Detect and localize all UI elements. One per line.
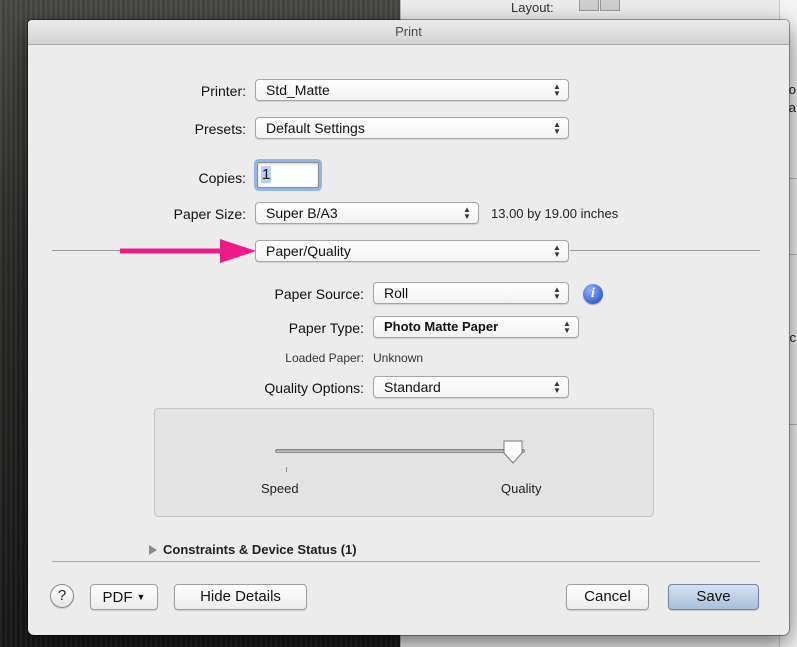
background-text-fragment: o (788, 82, 796, 97)
quality-options-value: Standard (384, 379, 441, 395)
popup-arrows-icon: ▲ ▼ (553, 285, 561, 301)
quality-slider-thumb[interactable] (502, 439, 524, 465)
loaded-paper-value: Unknown (373, 351, 424, 365)
constraints-disclosure[interactable]: Constraints & Device Status (1) (149, 542, 357, 557)
copies-label: Copies: (198, 170, 246, 186)
paper-source-popup[interactable]: Roll ▲ ▼ (373, 282, 569, 304)
footer-divider (52, 561, 760, 562)
paper-type-popup[interactable]: Photo Matte Paper ▲ ▼ (373, 316, 579, 338)
popup-arrows-icon: ▲ ▼ (553, 120, 561, 136)
slider-quality-label: Quality (501, 481, 542, 496)
paper-dimensions: 13.00 by 19.00 inches (491, 206, 619, 221)
printer-value: Std_Matte (266, 82, 330, 98)
cancel-button[interactable]: Cancel (566, 584, 649, 610)
presets-label: Presets: (194, 121, 246, 137)
save-button[interactable]: Save (668, 584, 759, 610)
paper-type-value: Photo Matte Paper (384, 319, 499, 334)
paper-source-label: Paper Source: (274, 286, 365, 302)
loaded-paper-label: Loaded Paper: (285, 351, 364, 365)
popup-arrows-icon: ▲ ▼ (563, 319, 571, 335)
paper-size-value: Super B/A3 (266, 205, 338, 221)
chevron-down-icon: ▼ (136, 592, 146, 602)
presets-value: Default Settings (266, 120, 365, 136)
slider-speed-label: Speed (261, 481, 299, 496)
background-layout-label: Layout: (511, 0, 554, 15)
section-popup[interactable]: Paper/Quality ▲ ▼ (255, 240, 569, 262)
quality-slider-panel: Speed Quality (154, 408, 654, 517)
slider-tick (286, 467, 287, 472)
help-button[interactable]: ? (50, 584, 74, 608)
presets-popup[interactable]: Default Settings ▲ ▼ (255, 117, 569, 139)
printer-label: Printer: (200, 83, 246, 99)
paper-size-popup[interactable]: Super B/A3 ▲ ▼ (255, 202, 479, 224)
layout-right-icon (600, 0, 620, 11)
popup-arrows-icon: ▲ ▼ (553, 379, 561, 395)
copies-value: 1 (261, 166, 272, 183)
info-icon[interactable]: i (583, 284, 603, 304)
paper-type-label: Paper Type: (288, 320, 364, 336)
copies-input[interactable]: 1 (257, 162, 319, 188)
print-dialog: Print Printer: Std_Matte ▲ ▼ Presets: Def… (28, 20, 789, 635)
printer-popup[interactable]: Std_Matte ▲ ▼ (255, 79, 569, 101)
constraints-disclosure-label: Constraints & Device Status (1) (163, 542, 357, 557)
pdf-menu-button[interactable]: PDF ▼ (90, 584, 158, 610)
popup-arrows-icon: ▲ ▼ (463, 205, 471, 221)
paper-source-value: Roll (384, 285, 409, 301)
quality-options-label: Quality Options: (264, 380, 364, 396)
annotation-arrow-icon (120, 239, 256, 263)
popup-arrows-icon: ▲ ▼ (553, 82, 561, 98)
section-divider-right (570, 250, 760, 251)
section-popup-value: Paper/Quality (266, 243, 351, 259)
dialog-title: Print (28, 20, 789, 45)
hide-details-button[interactable]: Hide Details (174, 584, 307, 610)
layout-left-icon (579, 0, 599, 11)
popup-arrows-icon: ▲ ▼ (553, 243, 561, 259)
quality-options-popup[interactable]: Standard ▲ ▼ (373, 376, 569, 398)
quality-slider-track[interactable] (275, 449, 525, 453)
disclosure-triangle-icon (149, 545, 157, 555)
pdf-button-label: PDF (102, 589, 133, 606)
background-text-fragment: c (789, 330, 797, 345)
paper-size-label: Paper Size: (173, 206, 246, 222)
